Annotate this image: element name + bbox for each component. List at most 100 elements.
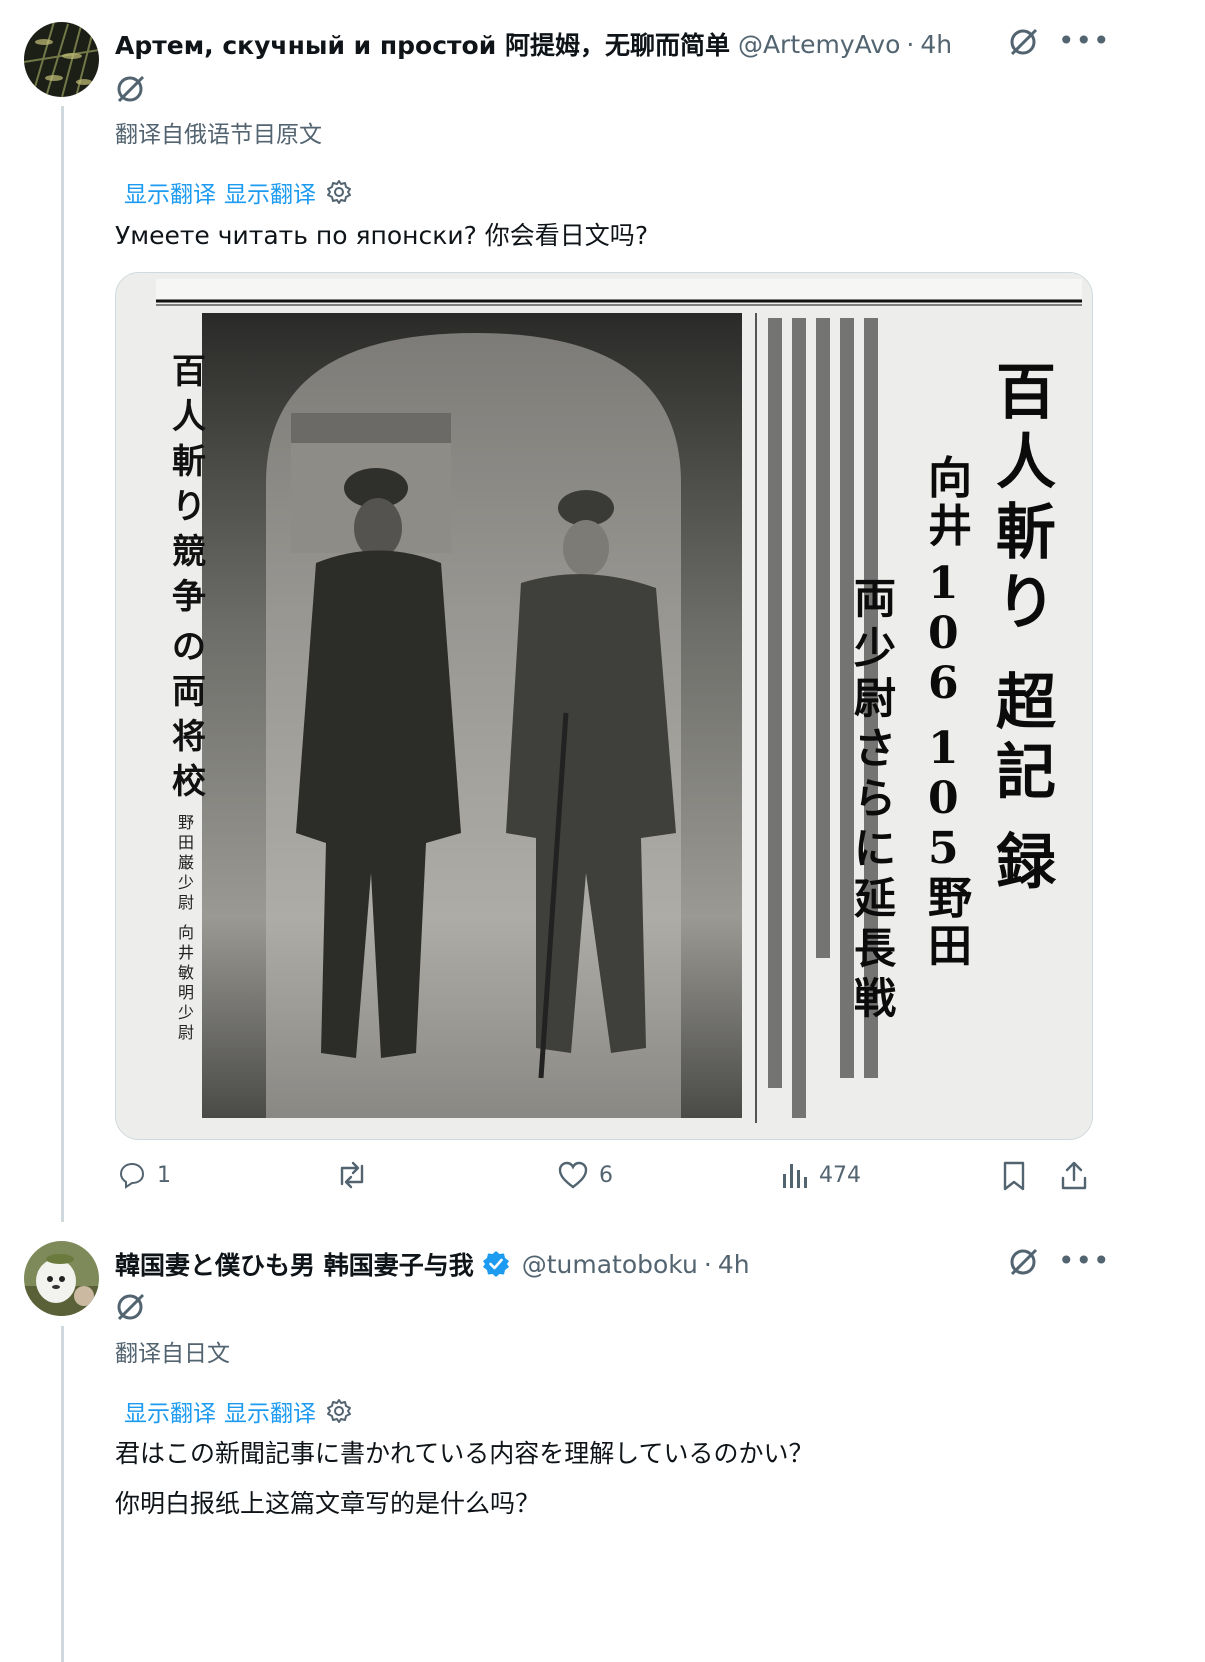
tweet-artemyavo[interactable]: Артем, скучный и простой 阿提姆，无聊而简单 @Arte… (0, 0, 1205, 1222)
reply-icon (119, 1162, 145, 1189)
grok-icon[interactable] (1007, 1246, 1039, 1278)
svg-text:0: 0 (928, 608, 959, 659)
svg-text:井: 井 (928, 501, 972, 552)
svg-text:両: 両 (854, 574, 896, 623)
svg-text:長: 長 (854, 924, 897, 973)
settings-gear-icon[interactable] (326, 1398, 352, 1424)
author-handle[interactable]: @ArtemyAvo (738, 30, 900, 59)
like-button[interactable]: 6 (557, 1160, 613, 1190)
svg-text:1: 1 (928, 723, 959, 774)
author-name[interactable]: 韓国妻と僕ひも男 韩国妻子与我 (115, 1246, 474, 1282)
tweet-tumatoboku[interactable]: 韓国妻と僕ひも男 韩国妻子与我 @tumatoboku · 4h ••• 翻译自… (0, 1222, 1205, 1662)
svg-text:尉: 尉 (178, 893, 194, 912)
thread-line (61, 106, 64, 1222)
svg-text:田: 田 (178, 833, 194, 852)
svg-text:斬: 斬 (172, 442, 206, 482)
bookmark-icon (1003, 1161, 1025, 1191)
svg-text:野: 野 (178, 813, 194, 832)
show-translation-link[interactable]: 显示翻译 (124, 1394, 216, 1428)
svg-text:少: 少 (854, 624, 896, 673)
show-translation[interactable]: 显示翻译 显示翻译 (124, 175, 352, 209)
like-count: 6 (599, 1162, 613, 1188)
svg-text:録: 録 (996, 828, 1057, 898)
svg-text:井: 井 (178, 943, 194, 962)
svg-text:少: 少 (178, 873, 194, 892)
svg-text:り: り (996, 568, 1056, 638)
views-icon (783, 1164, 807, 1188)
svg-text:田: 田 (928, 921, 972, 972)
reply-count: 1 (157, 1162, 171, 1188)
views-count: 474 (819, 1162, 861, 1188)
avatar[interactable] (24, 1241, 99, 1316)
svg-text:両: 両 (172, 672, 206, 712)
svg-text:野: 野 (928, 873, 972, 924)
svg-text:6: 6 (928, 658, 959, 709)
show-translation-link[interactable]: 显示翻译 (124, 175, 216, 209)
reply-button[interactable]: 1 (117, 1160, 171, 1190)
svg-text:さ: さ (854, 724, 896, 773)
svg-text:少: 少 (178, 1003, 194, 1022)
show-translation[interactable]: 显示翻译 显示翻译 (124, 1394, 352, 1428)
timestamp[interactable]: 4h (718, 1250, 750, 1279)
share-icon (1061, 1161, 1087, 1190)
bookmark-button[interactable] (1001, 1160, 1027, 1192)
svg-text:明: 明 (178, 983, 194, 1002)
svg-text:記: 記 (996, 738, 1056, 808)
repost-button[interactable] (335, 1160, 369, 1190)
settings-gear-icon[interactable] (326, 179, 352, 205)
share-button[interactable] (1059, 1160, 1089, 1192)
tweet-text: Умеете читать по японски? 你会看日文吗? (115, 221, 649, 250)
svg-text:校: 校 (172, 762, 206, 802)
thread-line (61, 1326, 64, 1662)
author-name[interactable]: Артем, скучный и простой 阿提姆，无聊而简单 (115, 26, 730, 62)
svg-text:ら: ら (854, 774, 896, 823)
svg-text:5: 5 (928, 823, 959, 874)
svg-text:0: 0 (928, 773, 959, 824)
svg-text:1: 1 (928, 558, 959, 609)
svg-text:延: 延 (854, 874, 896, 923)
more-options-icon[interactable]: ••• (1058, 24, 1111, 57)
svg-text:超: 超 (996, 668, 1057, 738)
heart-icon (558, 1161, 588, 1189)
show-translation-link[interactable]: 显示翻译 (224, 175, 316, 209)
svg-text:に: に (854, 824, 896, 873)
svg-text:敏: 敏 (178, 963, 194, 982)
grok-icon[interactable] (1007, 26, 1039, 58)
separator-dot: · (906, 29, 915, 59)
separator-dot: · (703, 1249, 712, 1279)
grok-icon[interactable] (114, 73, 146, 105)
svg-text:の: の (172, 627, 206, 667)
tweet-text-line: 君はこの新聞記事に書かれている内容を理解しているのかい？ (115, 1439, 814, 1468)
translated-from: 翻译自日文 (115, 1341, 230, 1367)
repost-icon (340, 1161, 364, 1189)
verified-badge-icon[interactable] (482, 1250, 510, 1278)
svg-text:斬: 斬 (996, 498, 1056, 568)
show-translation-link[interactable]: 显示翻译 (224, 1394, 316, 1428)
svg-text:争: 争 (172, 577, 206, 617)
timestamp[interactable]: 4h (920, 30, 952, 59)
svg-text:戦: 戦 (854, 974, 896, 1023)
svg-text:巌: 巌 (178, 853, 194, 872)
translated-from: 翻译自俄语节目原文 (115, 122, 322, 148)
svg-text:将: 将 (172, 717, 206, 757)
svg-text:尉: 尉 (178, 1023, 194, 1042)
svg-text:百: 百 (172, 352, 206, 392)
svg-text:人: 人 (996, 428, 1056, 498)
tweet-header: 韓国妻と僕ひも男 韩国妻子与我 @tumatoboku · 4h (115, 1246, 750, 1282)
svg-text:尉: 尉 (854, 674, 896, 723)
tweet-header: Артем, скучный и простой 阿提姆，无聊而简单 @Arte… (115, 26, 952, 62)
more-options-icon[interactable]: ••• (1058, 1244, 1111, 1277)
tweet-actions: 1 6 474 (115, 1160, 1091, 1200)
svg-text:向: 向 (928, 453, 972, 504)
svg-text:り: り (172, 487, 206, 527)
author-handle[interactable]: @tumatoboku (522, 1250, 698, 1279)
avatar[interactable] (24, 22, 99, 97)
svg-text:向: 向 (178, 923, 194, 942)
tweet-text-line: 你明白报纸上这篇文章写的是什么吗？ (115, 1489, 541, 1518)
tweet-image-newspaper[interactable]: 百人斬 り競争 の両将校 野田巌 少尉 向井敏 明少尉 百 人 斬 り 超 記 … (115, 272, 1093, 1140)
views-button[interactable]: 474 (781, 1160, 861, 1190)
svg-text:人: 人 (172, 397, 206, 437)
svg-text:競: 競 (172, 532, 206, 572)
grok-icon[interactable] (114, 1291, 146, 1323)
svg-text:百: 百 (996, 358, 1056, 428)
